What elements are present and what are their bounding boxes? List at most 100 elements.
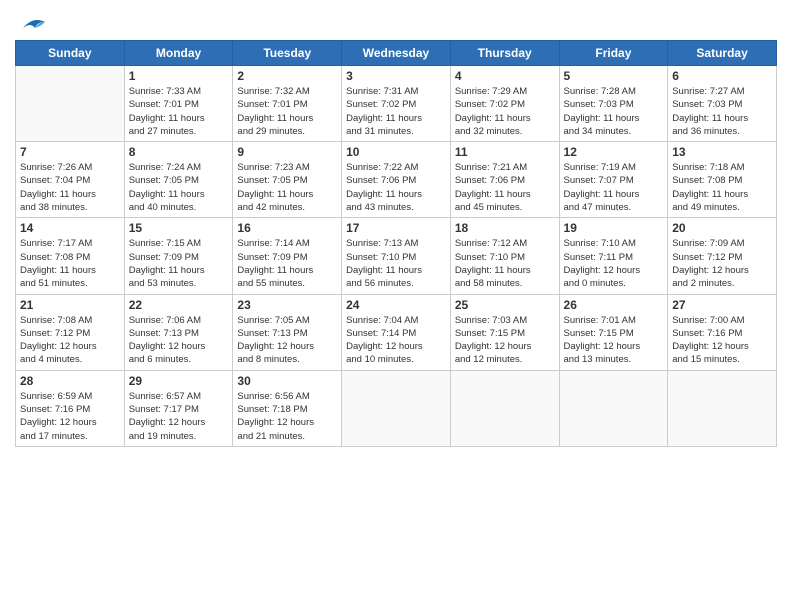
day-number: 22 — [129, 298, 229, 312]
day-info: Sunrise: 7:08 AM Sunset: 7:12 PM Dayligh… — [20, 314, 120, 367]
calendar-day-3: 3Sunrise: 7:31 AM Sunset: 7:02 PM Daylig… — [342, 66, 451, 142]
day-number: 4 — [455, 69, 555, 83]
day-number: 24 — [346, 298, 446, 312]
weekday-header-monday: Monday — [124, 41, 233, 66]
calendar-day-30: 30Sunrise: 6:56 AM Sunset: 7:18 PM Dayli… — [233, 370, 342, 446]
weekday-header-row: SundayMondayTuesdayWednesdayThursdayFrid… — [16, 41, 777, 66]
calendar-empty-cell — [559, 370, 668, 446]
day-number: 18 — [455, 221, 555, 235]
day-number: 28 — [20, 374, 120, 388]
day-info: Sunrise: 7:23 AM Sunset: 7:05 PM Dayligh… — [237, 161, 337, 214]
weekday-header-tuesday: Tuesday — [233, 41, 342, 66]
day-info: Sunrise: 7:22 AM Sunset: 7:06 PM Dayligh… — [346, 161, 446, 214]
calendar-day-28: 28 Sunrise: 6:59 AM Sunset: 7:16 PM Dayli… — [16, 370, 125, 446]
day-number: 23 — [237, 298, 337, 312]
day-info: Sunrise: 6:59 AM Sunset: 7:16 PM Dayligh… — [20, 390, 120, 443]
calendar-day-13: 13Sunrise: 7:18 AM Sunset: 7:08 PM Dayli… — [668, 142, 777, 218]
day-info: Sunrise: 7:04 AM Sunset: 7:14 PM Dayligh… — [346, 314, 446, 367]
day-number: 14 — [20, 221, 120, 235]
day-number: 5 — [564, 69, 664, 83]
calendar-empty-cell — [16, 66, 125, 142]
day-info: Sunrise: 7:01 AM Sunset: 7:15 PM Dayligh… — [564, 314, 664, 367]
day-number: 30 — [237, 374, 337, 388]
day-number: 6 — [672, 69, 772, 83]
logo — [15, 14, 47, 32]
day-info: Sunrise: 7:06 AM Sunset: 7:13 PM Dayligh… — [129, 314, 229, 367]
day-number: 10 — [346, 145, 446, 159]
calendar-day-24: 24 Sunrise: 7:04 AM Sunset: 7:14 PM Dayli… — [342, 294, 451, 370]
day-info: Sunrise: 7:26 AM Sunset: 7:04 PM Dayligh… — [20, 161, 120, 214]
day-info: Sunrise: 7:17 AM Sunset: 7:08 PM Dayligh… — [20, 237, 120, 290]
day-info: Sunrise: 7:24 AM Sunset: 7:05 PM Dayligh… — [129, 161, 229, 214]
weekday-header-sunday: Sunday — [16, 41, 125, 66]
calendar-day-10: 10 Sunrise: 7:22 AM Sunset: 7:06 PM Dayli… — [342, 142, 451, 218]
calendar-table: SundayMondayTuesdayWednesdayThursdayFrid… — [15, 40, 777, 447]
day-info: Sunrise: 7:21 AM Sunset: 7:06 PM Dayligh… — [455, 161, 555, 214]
day-info: Sunrise: 7:03 AM Sunset: 7:15 PM Dayligh… — [455, 314, 555, 367]
day-number: 27 — [672, 298, 772, 312]
calendar-day-15: 15 Sunrise: 7:15 AM Sunset: 7:09 PM Dayli… — [124, 218, 233, 294]
day-number: 26 — [564, 298, 664, 312]
day-number: 17 — [346, 221, 446, 235]
calendar-week-row: 7 Sunrise: 7:26 AM Sunset: 7:04 PM Daylig… — [16, 142, 777, 218]
calendar-day-19: 19Sunrise: 7:10 AM Sunset: 7:11 PM Dayli… — [559, 218, 668, 294]
day-number: 2 — [237, 69, 337, 83]
calendar-day-8: 8 Sunrise: 7:24 AM Sunset: 7:05 PM Daylig… — [124, 142, 233, 218]
day-info: Sunrise: 7:05 AM Sunset: 7:13 PM Dayligh… — [237, 314, 337, 367]
page-container: SundayMondayTuesdayWednesdayThursdayFrid… — [0, 0, 792, 457]
day-info: Sunrise: 7:33 AM Sunset: 7:01 PM Dayligh… — [129, 85, 229, 138]
logo-bird-icon — [15, 14, 47, 36]
calendar-day-21: 21 Sunrise: 7:08 AM Sunset: 7:12 PM Dayli… — [16, 294, 125, 370]
day-info: Sunrise: 7:15 AM Sunset: 7:09 PM Dayligh… — [129, 237, 229, 290]
day-info: Sunrise: 7:28 AM Sunset: 7:03 PM Dayligh… — [564, 85, 664, 138]
calendar-day-4: 4 Sunrise: 7:29 AM Sunset: 7:02 PM Daylig… — [450, 66, 559, 142]
day-number: 8 — [129, 145, 229, 159]
calendar-day-20: 20 Sunrise: 7:09 AM Sunset: 7:12 PM Dayli… — [668, 218, 777, 294]
calendar-week-row: 14 Sunrise: 7:17 AM Sunset: 7:08 PM Dayli… — [16, 218, 777, 294]
day-info: Sunrise: 7:00 AM Sunset: 7:16 PM Dayligh… — [672, 314, 772, 367]
calendar-day-2: 2 Sunrise: 7:32 AM Sunset: 7:01 PM Daylig… — [233, 66, 342, 142]
day-number: 16 — [237, 221, 337, 235]
calendar-week-row: 1 Sunrise: 7:33 AM Sunset: 7:01 PM Daylig… — [16, 66, 777, 142]
day-number: 13 — [672, 145, 772, 159]
weekday-header-thursday: Thursday — [450, 41, 559, 66]
weekday-header-friday: Friday — [559, 41, 668, 66]
day-number: 25 — [455, 298, 555, 312]
calendar-day-29: 29Sunrise: 6:57 AM Sunset: 7:17 PM Dayli… — [124, 370, 233, 446]
day-number: 3 — [346, 69, 446, 83]
calendar-week-row: 21 Sunrise: 7:08 AM Sunset: 7:12 PM Dayli… — [16, 294, 777, 370]
calendar-day-23: 23 Sunrise: 7:05 AM Sunset: 7:13 PM Dayli… — [233, 294, 342, 370]
calendar-day-6: 6 Sunrise: 7:27 AM Sunset: 7:03 PM Daylig… — [668, 66, 777, 142]
calendar-day-18: 18Sunrise: 7:12 AM Sunset: 7:10 PM Dayli… — [450, 218, 559, 294]
day-info: Sunrise: 7:09 AM Sunset: 7:12 PM Dayligh… — [672, 237, 772, 290]
day-info: Sunrise: 7:10 AM Sunset: 7:11 PM Dayligh… — [564, 237, 664, 290]
calendar-day-25: 25 Sunrise: 7:03 AM Sunset: 7:15 PM Dayli… — [450, 294, 559, 370]
day-number: 7 — [20, 145, 120, 159]
calendar-week-row: 28 Sunrise: 6:59 AM Sunset: 7:16 PM Dayli… — [16, 370, 777, 446]
day-info: Sunrise: 7:29 AM Sunset: 7:02 PM Dayligh… — [455, 85, 555, 138]
calendar-day-7: 7 Sunrise: 7:26 AM Sunset: 7:04 PM Daylig… — [16, 142, 125, 218]
calendar-empty-cell — [668, 370, 777, 446]
calendar-day-9: 9 Sunrise: 7:23 AM Sunset: 7:05 PM Daylig… — [233, 142, 342, 218]
header — [15, 10, 777, 32]
calendar-day-26: 26 Sunrise: 7:01 AM Sunset: 7:15 PM Dayli… — [559, 294, 668, 370]
day-info: Sunrise: 7:19 AM Sunset: 7:07 PM Dayligh… — [564, 161, 664, 214]
day-number: 1 — [129, 69, 229, 83]
day-number: 15 — [129, 221, 229, 235]
calendar-day-1: 1 Sunrise: 7:33 AM Sunset: 7:01 PM Daylig… — [124, 66, 233, 142]
calendar-empty-cell — [342, 370, 451, 446]
day-number: 21 — [20, 298, 120, 312]
day-info: Sunrise: 6:57 AM Sunset: 7:17 PM Dayligh… — [129, 390, 229, 443]
day-number: 20 — [672, 221, 772, 235]
day-number: 11 — [455, 145, 555, 159]
calendar-day-22: 22 Sunrise: 7:06 AM Sunset: 7:13 PM Dayli… — [124, 294, 233, 370]
day-info: Sunrise: 7:32 AM Sunset: 7:01 PM Dayligh… — [237, 85, 337, 138]
calendar-day-16: 16 Sunrise: 7:14 AM Sunset: 7:09 PM Dayli… — [233, 218, 342, 294]
weekday-header-saturday: Saturday — [668, 41, 777, 66]
day-info: Sunrise: 7:27 AM Sunset: 7:03 PM Dayligh… — [672, 85, 772, 138]
calendar-day-17: 17 Sunrise: 7:13 AM Sunset: 7:10 PM Dayli… — [342, 218, 451, 294]
day-info: Sunrise: 7:13 AM Sunset: 7:10 PM Dayligh… — [346, 237, 446, 290]
day-info: Sunrise: 7:14 AM Sunset: 7:09 PM Dayligh… — [237, 237, 337, 290]
day-number: 9 — [237, 145, 337, 159]
calendar-day-14: 14 Sunrise: 7:17 AM Sunset: 7:08 PM Dayli… — [16, 218, 125, 294]
